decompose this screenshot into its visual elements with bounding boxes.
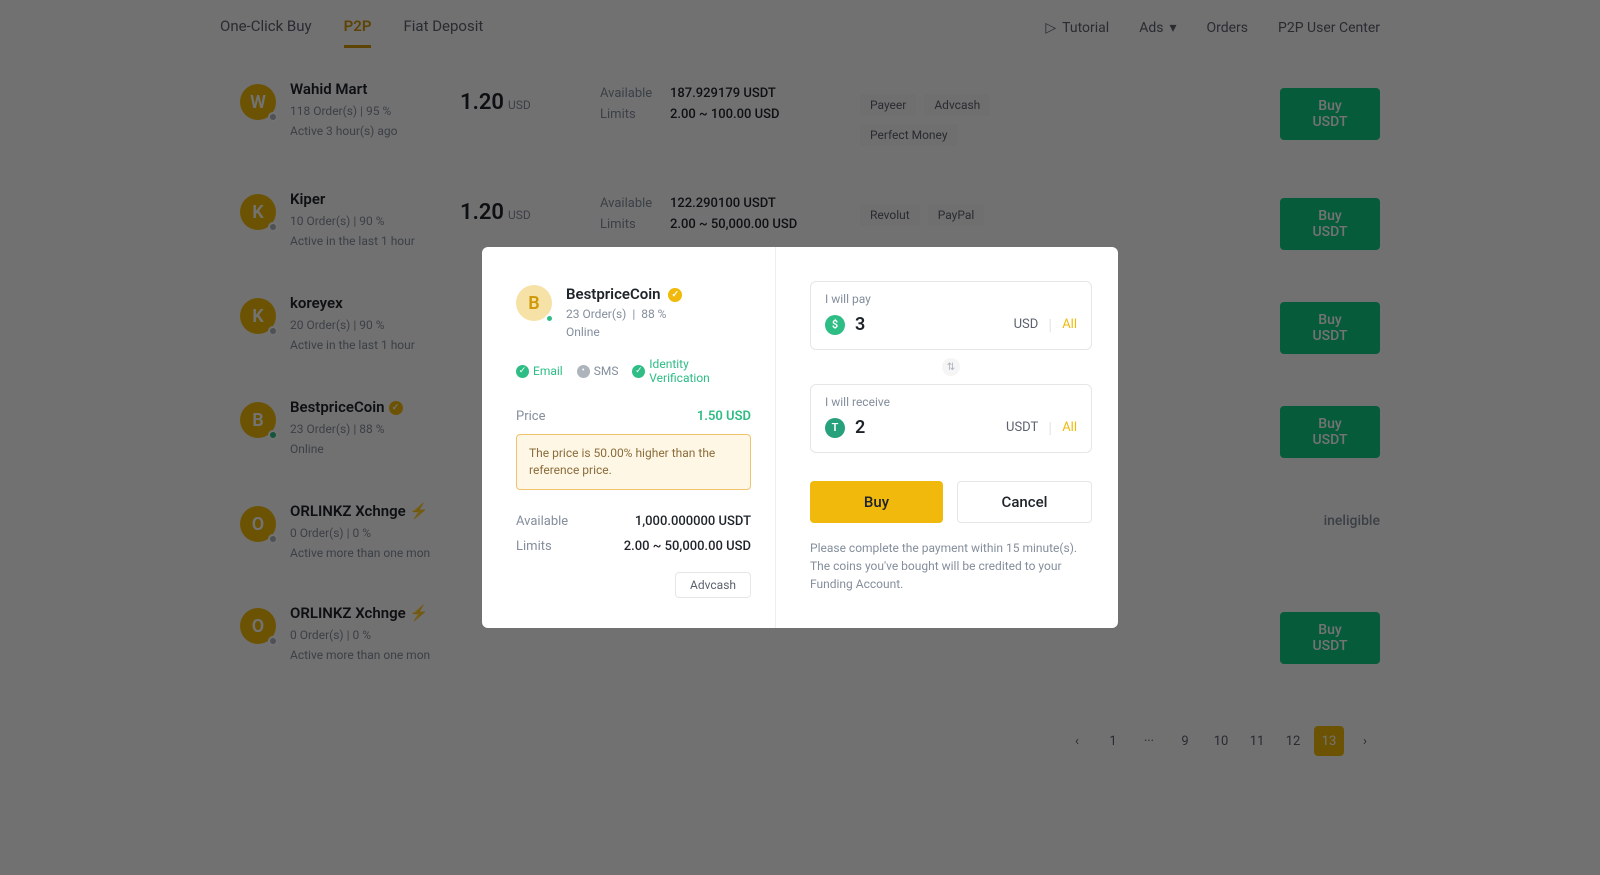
receive-input-block[interactable]: I will receive T 2 USDT | All [810,384,1092,453]
modal-note: Please complete the payment within 15 mi… [810,539,1092,593]
receive-all-button[interactable]: All [1062,420,1077,435]
modal-seller-status: Online [566,325,682,339]
verif-sms: • SMS [577,357,619,385]
verif-identity: ✓ Identity Verification [632,357,751,385]
swap-icon[interactable]: ⇅ [942,358,960,376]
modal-available-value: 1,000.000000 USDT [635,514,751,529]
modal-price-warning: The price is 50.00% higher than the refe… [516,434,751,490]
receive-unit: USDT [1006,420,1038,435]
modal-cancel-button[interactable]: Cancel [957,481,1092,523]
pay-amount[interactable]: 3 [855,314,1014,335]
modal-buy-button[interactable]: Buy [810,481,943,523]
modal-available-label: Available [516,514,568,529]
modal-seller-avatar: B [516,285,552,321]
pay-all-button[interactable]: All [1062,317,1077,332]
pay-unit: USD [1014,317,1039,332]
pay-label: I will pay [825,292,1077,306]
modal-limits-label: Limits [516,539,552,554]
modal-payment-chip: Advcash [675,572,751,598]
verified-badge-icon: ✓ [668,288,682,302]
receive-amount[interactable]: 2 [855,417,1006,438]
check-icon: ✓ [632,365,645,378]
buy-modal: B BestpriceCoin ✓ 23 Order(s) | 88 % Onl… [482,247,1118,628]
modal-verification-row: ✓ Email • SMS ✓ Identity Verification [516,357,751,385]
modal-overlay: B BestpriceCoin ✓ 23 Order(s) | 88 % Onl… [0,0,1600,875]
pay-input-block[interactable]: I will pay $ 3 USD | All [810,281,1092,350]
usd-coin-icon: $ [825,315,845,335]
modal-seller-name[interactable]: BestpriceCoin ✓ [566,285,682,303]
check-icon: ✓ [516,365,529,378]
verif-email: ✓ Email [516,357,563,385]
modal-price-value: 1.50 USD [697,409,751,424]
modal-price-label: Price [516,409,545,424]
disabled-icon: • [577,365,590,378]
online-dot-icon [545,314,554,323]
modal-seller-stats: 23 Order(s) | 88 % [566,307,682,321]
receive-label: I will receive [825,395,1077,409]
modal-seller-initial: B [528,293,539,314]
modal-limits-value: 2.00 ~ 50,000.00 USD [624,539,751,554]
usdt-coin-icon: T [825,418,845,438]
